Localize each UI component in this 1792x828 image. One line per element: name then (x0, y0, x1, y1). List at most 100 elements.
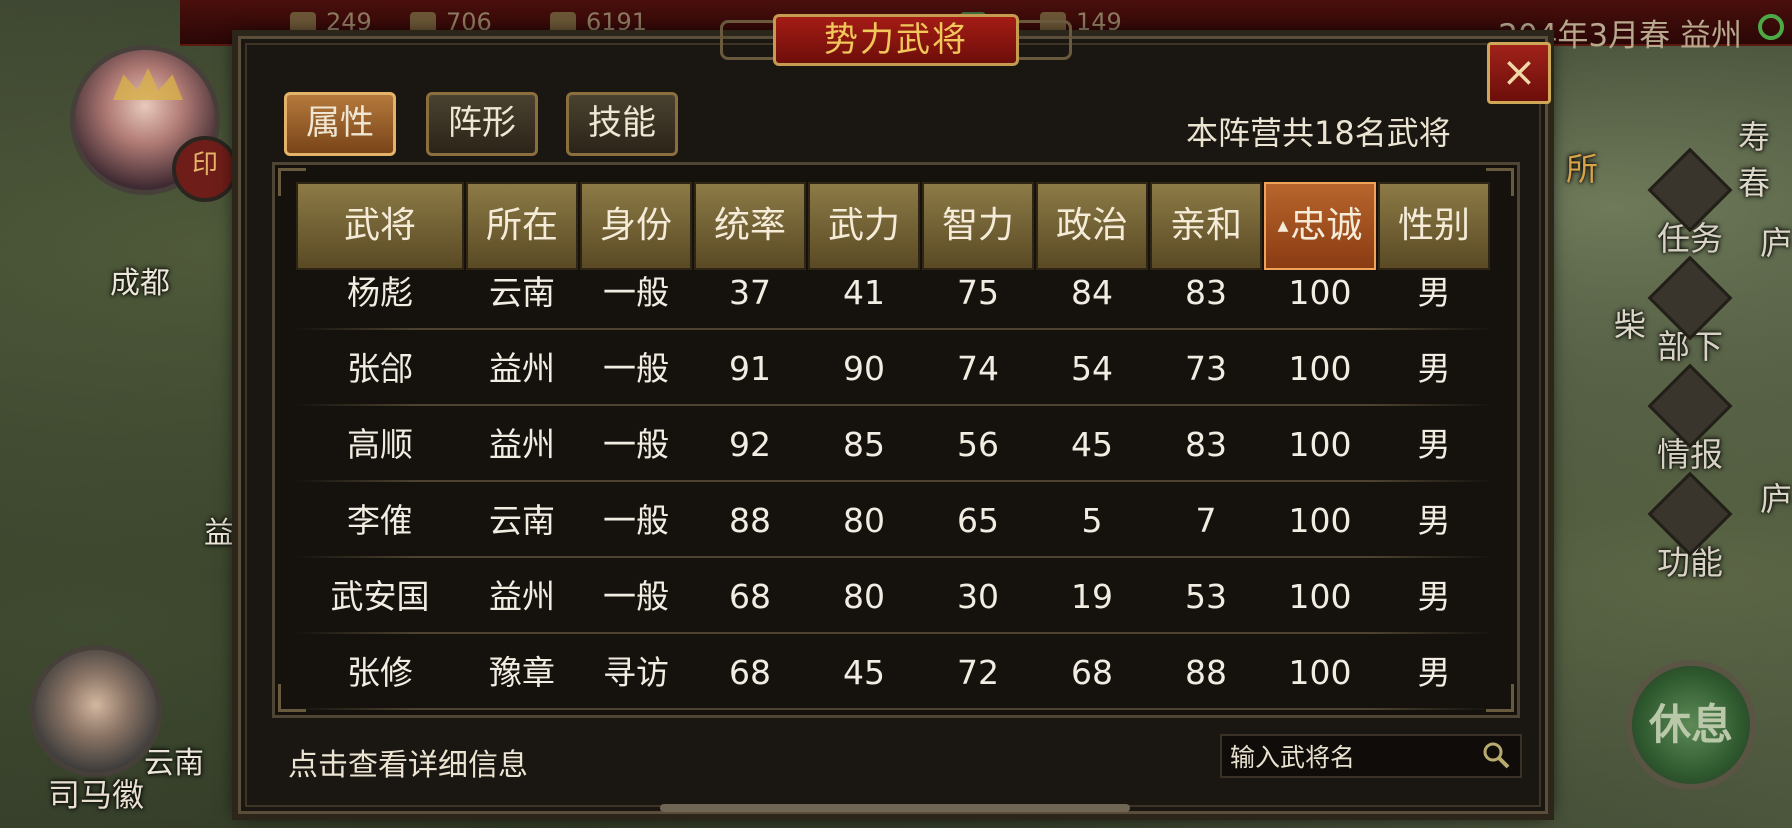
table-row[interactable]: 张郃 益州 一般 91 90 74 54 73 100 男 (296, 332, 1492, 406)
city-label[interactable]: 柴 (1614, 300, 1646, 346)
title-ornament-right (1012, 20, 1072, 60)
cell-intelligence: 74 (957, 349, 999, 388)
cell-status: 寻访 (603, 653, 669, 692)
resource-1: 249 (290, 8, 372, 36)
tab-attributes[interactable]: 属性 (284, 92, 396, 156)
cell-location: 豫章 (489, 653, 555, 692)
cell-intelligence: 30 (957, 577, 999, 616)
cell-force: 45 (843, 653, 885, 692)
cell-charisma: 83 (1185, 425, 1227, 464)
table-row[interactable]: 杨彪 云南 一般 37 41 75 84 83 100 男 (296, 256, 1492, 330)
cell-general: 杨彪 (347, 273, 413, 312)
tab-formation[interactable]: 阵形 (426, 92, 538, 156)
cell-command: 91 (729, 349, 771, 388)
cell-status: 一般 (603, 273, 669, 312)
cell-force: 80 (843, 501, 885, 540)
cell-loyalty: 100 (1288, 501, 1352, 540)
cell-charisma: 53 (1185, 577, 1227, 616)
network-icon (1758, 14, 1784, 40)
cell-loyalty: 100 (1288, 349, 1352, 388)
resource-3-icon (550, 12, 576, 34)
title-ornament-left (720, 20, 780, 60)
search-box[interactable] (1220, 734, 1522, 778)
cell-force: 90 (843, 349, 885, 388)
menu-function[interactable]: 功能 (1645, 471, 1735, 584)
cell-gender: 男 (1417, 273, 1451, 312)
cell-status: 一般 (603, 425, 669, 464)
resource-2-icon (410, 12, 436, 34)
cell-charisma: 88 (1185, 653, 1227, 692)
cell-gender: 男 (1417, 577, 1451, 616)
close-icon: × (1501, 47, 1537, 96)
resource-1-icon (290, 12, 316, 34)
city-label[interactable]: 庐 (1760, 218, 1792, 264)
sort-up-icon: ▲ (1277, 218, 1289, 234)
general-search-input[interactable] (1228, 738, 1472, 776)
cell-command: 92 (729, 425, 771, 464)
cell-politics: 45 (1071, 425, 1113, 464)
cell-intelligence: 56 (957, 425, 999, 464)
frame-corner (1486, 168, 1514, 196)
resource-3: 6191 (550, 8, 647, 36)
cell-location: 益州 (489, 577, 555, 616)
cell-command: 68 (729, 577, 771, 616)
menu-subordinate[interactable]: 部下 (1645, 255, 1735, 368)
menu-intel[interactable]: 情报 (1645, 363, 1735, 476)
cell-politics: 19 (1071, 577, 1113, 616)
cell-force: 85 (843, 425, 885, 464)
cell-charisma: 73 (1185, 349, 1227, 388)
seal-icon[interactable]: 印 (172, 136, 238, 202)
cell-general: 高顺 (347, 425, 413, 464)
resource-2: 706 (410, 8, 492, 36)
tab-skills[interactable]: 技能 (566, 92, 678, 156)
cell-command: 37 (729, 273, 771, 312)
cell-location: 益州 (489, 349, 555, 388)
cell-force: 41 (843, 273, 885, 312)
menu-task[interactable]: 任务 (1645, 147, 1735, 260)
cell-loyalty: 100 (1288, 577, 1352, 616)
crown-icon (113, 68, 183, 100)
cell-loyalty: 100 (1288, 273, 1352, 312)
city-label[interactable]: 寿春 (1738, 112, 1792, 204)
cell-status: 一般 (603, 501, 669, 540)
cell-gender: 男 (1417, 653, 1451, 692)
city-label[interactable]: 益 (204, 508, 234, 552)
cell-gender: 男 (1417, 349, 1451, 388)
cell-force: 80 (843, 577, 885, 616)
cell-general: 武安国 (330, 577, 430, 616)
table-row[interactable]: 高顺 益州 一般 92 85 56 45 83 100 男 (296, 408, 1492, 482)
advisor-avatar[interactable] (30, 645, 162, 777)
cell-politics: 84 (1071, 273, 1113, 312)
cell-location: 云南 (489, 501, 555, 540)
cell-politics: 5 (1081, 501, 1103, 540)
hint-text: 点击查看详细信息 (288, 748, 528, 783)
close-button[interactable]: × (1487, 42, 1551, 104)
cell-location: 云南 (489, 273, 555, 312)
cell-intelligence: 65 (957, 501, 999, 540)
cell-charisma: 7 (1195, 501, 1217, 540)
cell-command: 88 (729, 501, 771, 540)
city-label[interactable]: 成都 (110, 258, 170, 302)
advisor-name: 司马徽 (48, 776, 145, 814)
cell-charisma: 83 (1185, 273, 1227, 312)
table-row[interactable]: 张修 豫章 寻访 68 45 72 68 88 100 男 (296, 636, 1492, 710)
cell-politics: 68 (1071, 653, 1113, 692)
city-label[interactable]: 云南 (144, 738, 204, 782)
dialog-scrollbar[interactable] (660, 804, 1130, 812)
cell-gender: 男 (1417, 501, 1451, 540)
dialog-title: 势力武将 (773, 14, 1019, 66)
cell-general: 李傕 (347, 501, 413, 540)
cell-politics: 54 (1071, 349, 1113, 388)
table-row[interactable]: 李傕 云南 一般 88 80 65 5 7 100 男 (296, 484, 1492, 558)
general-count: 本阵营共18名武将 (1186, 114, 1451, 152)
cell-location: 益州 (489, 425, 555, 464)
rest-button[interactable]: 休息 (1626, 660, 1756, 790)
table-row[interactable]: 武安国 益州 一般 68 80 30 19 53 100 男 (296, 560, 1492, 634)
cell-loyalty: 100 (1288, 653, 1352, 692)
cell-status: 一般 (603, 577, 669, 616)
cell-status: 一般 (603, 349, 669, 388)
cell-general: 张修 (347, 653, 413, 692)
city-label[interactable]: 所 (1566, 144, 1598, 190)
search-icon[interactable] (1482, 741, 1510, 769)
city-label[interactable]: 庐 (1760, 474, 1792, 520)
